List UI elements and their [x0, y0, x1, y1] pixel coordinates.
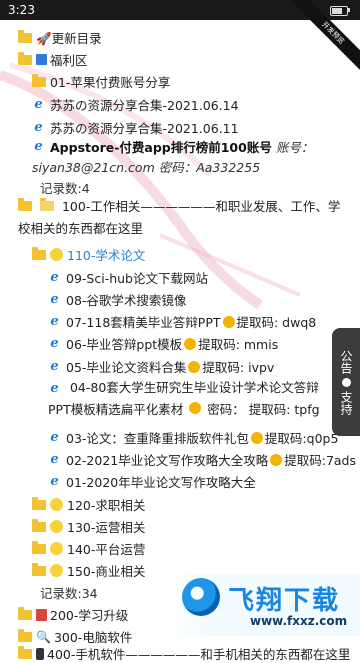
announcement-label: 公告	[339, 349, 353, 374]
support-label: 支持	[339, 390, 353, 415]
tree-item-thesis[interactable]: 110-学术论文	[32, 245, 145, 264]
list-item[interactable]: e 06-毕业答辩ppt模板 提取码: mmis	[48, 334, 278, 353]
site-watermark: 飞翔下载 www.fxxz.com	[170, 574, 360, 636]
smiley-icon	[50, 498, 63, 511]
face-emoji-icon	[250, 431, 263, 444]
tree-item-update-dir[interactable]: 🚀更新目录	[18, 28, 102, 47]
tree-item-job[interactable]: 120-求职相关	[32, 495, 145, 514]
folder-icon	[18, 645, 32, 659]
link-item[interactable]: e 苏苏の资源分享合集-2021.06.11	[32, 118, 238, 137]
face-emoji-icon	[222, 315, 235, 328]
list-item[interactable]: e 09-Sci-hub论文下载网站	[48, 268, 208, 287]
ie-link-icon: e	[34, 120, 43, 135]
smiley-icon	[50, 248, 63, 261]
folder-icon	[32, 246, 46, 260]
link-item-appstore[interactable]: e Appstore-付费app排行榜前100账号 账号：	[32, 137, 313, 156]
tree-item-phone[interactable]: 400-手机软件——————和手机相关的东西都在这里	[18, 644, 350, 663]
ie-link-icon: e	[50, 430, 59, 445]
smiley-icon	[50, 564, 63, 577]
appstore-credentials: siyan38@21cn.com 密码：Aa332255	[32, 160, 261, 175]
folder-icon	[18, 51, 32, 65]
list-item[interactable]: e 07-118套精美毕业答辩PPT 提取码: dwq8	[48, 312, 316, 331]
battery-icon	[330, 6, 348, 16]
open-folder-icon	[39, 198, 54, 211]
announcement-support-tab[interactable]: 公告 支持	[332, 328, 360, 436]
folder-icon	[32, 518, 46, 532]
tree-item-apple-share[interactable]: 01-苹果付费账号分享	[32, 72, 170, 91]
ie-link-icon: e	[50, 314, 59, 329]
status-time: 3:23	[8, 3, 35, 17]
list-item[interactable]: e 01-2020年毕业论文写作攻略大全	[48, 472, 255, 491]
gift-icon	[36, 54, 47, 65]
phone-icon	[36, 647, 44, 660]
watermark-url: www.fxxz.com	[250, 614, 348, 628]
book-icon	[36, 608, 47, 621]
record-count: 记录数:34	[40, 586, 98, 601]
magnifier-icon: 🔍	[36, 629, 51, 644]
ie-link-icon: e	[50, 270, 59, 285]
face-emoji-icon	[189, 402, 202, 414]
list-item[interactable]: e 02-2021毕业论文写作攻略大全攻略 提取码:7ads	[48, 450, 356, 469]
folder-icon	[32, 496, 46, 510]
ie-link-icon: e	[50, 452, 59, 467]
face-emoji-icon	[270, 453, 283, 466]
tree-item-work[interactable]: 100-工作相关——————和职业发展、工作、学校相关的东西都在这里	[18, 196, 348, 240]
watermark-logo-icon	[182, 578, 220, 616]
smiley-icon	[50, 520, 63, 533]
tree-item-platform[interactable]: 140-平台运营	[32, 539, 145, 558]
ie-link-icon: e	[50, 292, 59, 307]
folder-icon	[18, 198, 32, 211]
record-count: 记录数:4	[40, 181, 90, 196]
ie-link-icon: e	[50, 336, 59, 351]
folder-icon	[32, 562, 46, 576]
ie-link-icon: e	[34, 97, 43, 112]
face-emoji-icon	[184, 337, 197, 350]
face-emoji-icon	[188, 360, 201, 373]
folder-icon	[18, 628, 32, 642]
list-item[interactable]: e 08-谷歌学术搜索镜像	[48, 290, 186, 309]
tree-item-welfare[interactable]: 福利区	[18, 50, 88, 69]
ie-link-icon: e	[50, 359, 59, 374]
tree-item-study[interactable]: 200-学习升级	[18, 605, 128, 624]
folder-icon	[32, 540, 46, 554]
dot-icon	[341, 377, 351, 387]
folder-icon	[18, 606, 32, 620]
tree-item-ops[interactable]: 130-运营相关	[32, 517, 145, 536]
list-item[interactable]: e 04-80套大学生研究生毕业设计学术论文答辩PPT模板精选扁平化素材 密码：…	[48, 377, 334, 421]
link-item[interactable]: e 苏苏の资源分享合集-2021.06.14	[32, 95, 238, 114]
tree-item-business[interactable]: 150-商业相关	[32, 561, 145, 580]
ie-link-icon: e	[50, 474, 59, 489]
smiley-icon	[50, 542, 63, 555]
watermark-brand: 飞翔下载	[228, 586, 341, 616]
list-item[interactable]: e 05-毕业论文资料合集 提取码: ivpv	[48, 357, 274, 376]
list-item[interactable]: e 03-论文：查重降重排版软件礼包 提取码:q0p5	[48, 428, 338, 447]
ie-link-icon: e	[50, 381, 59, 396]
folder-icon	[18, 29, 32, 43]
folder-icon	[32, 73, 46, 87]
ie-link-icon: e	[34, 139, 43, 154]
